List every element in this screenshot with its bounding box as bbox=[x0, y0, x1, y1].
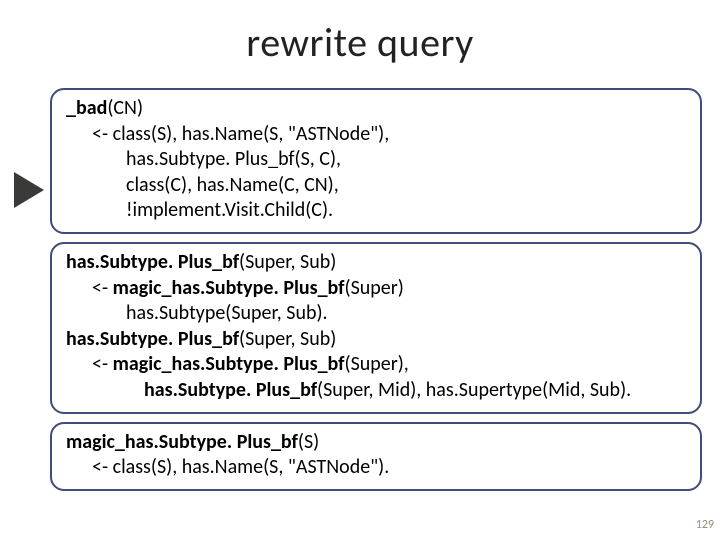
code-line: _bad(CN) bbox=[66, 96, 686, 122]
code-line: !implement.Visit.Child(C). bbox=[66, 198, 686, 224]
code-box-1: _bad(CN) <- class(S), has.Name(S, "ASTNo… bbox=[50, 88, 702, 234]
code-line: has.Subtype. Plus_bf(Super, Mid), has.Su… bbox=[66, 378, 686, 404]
code-line: <- class(S), has.Name(S, "ASTNode"). bbox=[66, 455, 686, 481]
slide: rewrite query _bad(CN) <- class(S), has.… bbox=[0, 0, 720, 540]
code-line: magic_has.Subtype. Plus_bf(S) bbox=[66, 430, 686, 456]
code-line: has.Subtype(Super, Sub). bbox=[66, 301, 686, 327]
code-line: has.Subtype. Plus_bf(S, C), bbox=[66, 147, 686, 173]
code-line: <- magic_has.Subtype. Plus_bf(Super), bbox=[66, 352, 686, 378]
slide-title: rewrite query bbox=[0, 0, 720, 75]
code-line: has.Subtype. Plus_bf(Super, Sub) bbox=[66, 250, 686, 276]
code-line: has.Subtype. Plus_bf(Super, Sub) bbox=[66, 327, 686, 353]
code-line: <- magic_has.Subtype. Plus_bf(Super) bbox=[66, 276, 686, 302]
page-number: 129 bbox=[696, 518, 714, 532]
code-box-2: has.Subtype. Plus_bf(Super, Sub) <- magi… bbox=[50, 242, 702, 414]
code-line: <- class(S), has.Name(S, "ASTNode"), bbox=[66, 122, 686, 148]
play-triangle-icon bbox=[14, 172, 44, 208]
code-line: class(C), has.Name(C, CN), bbox=[66, 173, 686, 199]
code-boxes: _bad(CN) <- class(S), has.Name(S, "ASTNo… bbox=[50, 88, 702, 491]
code-box-3: magic_has.Subtype. Plus_bf(S) <- class(S… bbox=[50, 422, 702, 491]
